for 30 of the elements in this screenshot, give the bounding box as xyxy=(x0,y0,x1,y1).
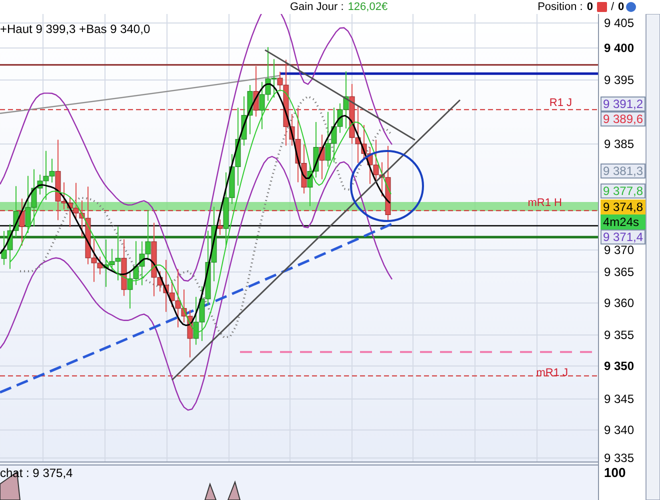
price-tag: 9 371,4 xyxy=(600,230,646,244)
position-value: 0 xyxy=(618,2,624,12)
axis-label: 9 405 xyxy=(604,16,634,30)
axis-label: 9 360 xyxy=(604,296,634,310)
axis-label: 100 xyxy=(604,465,626,480)
axis-label: 9 355 xyxy=(604,328,634,342)
separator-text: / xyxy=(610,2,614,12)
price-tag: 4m24s xyxy=(600,214,646,230)
legend-text: +Haut 9 399,3 +Bas 9 340,0 xyxy=(0,22,150,36)
axis-label: 9 370 xyxy=(604,243,634,257)
axis-label: 9 395 xyxy=(604,73,634,87)
position-value: 0 xyxy=(586,2,593,12)
price-tag: 9 389,6 xyxy=(600,112,646,126)
level-label: R1 J xyxy=(549,97,572,109)
price-tag: 9 391,2 xyxy=(600,96,646,112)
axis-label: 9 385 xyxy=(604,137,634,151)
price-tag: 9 374,8 xyxy=(600,200,646,214)
price-tag: 9 377,8 xyxy=(600,184,646,198)
gain-label: Gain Jour : xyxy=(290,2,344,12)
axis-label: 9 340 xyxy=(604,423,634,437)
axis-label: 9 400 xyxy=(604,41,634,55)
price-tag: 9 381,3 xyxy=(600,164,646,178)
axis-label: 9 350 xyxy=(604,359,634,373)
axis-label: 9 365 xyxy=(604,265,634,279)
axis-label: 9 335 xyxy=(604,451,634,465)
gain-value: 126,02€ xyxy=(348,2,388,12)
axis-label: 9 345 xyxy=(604,392,634,406)
indicator-legend: chat : 9 375,4 xyxy=(0,466,73,480)
position-label: Position : xyxy=(538,2,583,12)
level-label: mR1 H xyxy=(528,197,562,209)
